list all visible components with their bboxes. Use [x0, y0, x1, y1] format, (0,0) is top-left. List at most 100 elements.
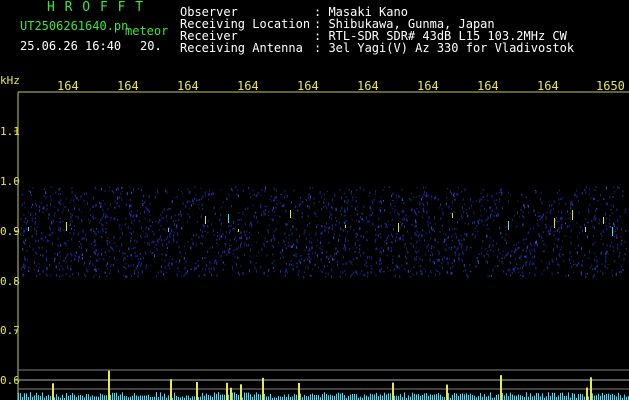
- noise-pixel: [491, 194, 493, 198]
- noise-pixel: [122, 251, 124, 255]
- noise-pixel: [138, 219, 140, 223]
- noise-pixel: [73, 231, 75, 235]
- noise-pixel: [501, 236, 503, 238]
- noise-pixel: [339, 275, 341, 278]
- noise-pixel: [531, 262, 533, 266]
- noise-pixel: [122, 190, 124, 192]
- noise-pixel: [535, 190, 537, 193]
- noise-pixel: [343, 247, 345, 250]
- noise-pixel: [26, 227, 28, 231]
- noise-pixel: [358, 220, 360, 223]
- noise-pixel: [180, 190, 182, 193]
- noise-pixel: [162, 211, 164, 214]
- noise-pixel: [57, 244, 59, 247]
- noise-pixel: [429, 230, 431, 234]
- noise-pixel: [622, 194, 624, 198]
- noise-pixel: [394, 274, 396, 278]
- noise-pixel: [95, 274, 97, 276]
- noise-pixel: [112, 247, 114, 250]
- noise-pixel: [356, 210, 358, 212]
- noise-pixel: [392, 255, 394, 257]
- power-bar: [88, 394, 89, 400]
- noise-pixel: [548, 233, 550, 236]
- noise-pixel: [273, 206, 275, 210]
- noise-pixel: [515, 258, 516, 260]
- noise-pixel: [131, 221, 133, 224]
- noise-pixel: [317, 224, 319, 227]
- noise-pixel: [38, 263, 40, 265]
- noise-pixel: [240, 246, 242, 248]
- noise-pixel: [566, 225, 568, 228]
- noise-pixel: [362, 218, 364, 221]
- noise-pixel: [593, 218, 595, 220]
- power-bar: [366, 395, 367, 400]
- noise-pixel: [59, 268, 60, 271]
- noise-pixel: [351, 263, 353, 266]
- meteor-echo-mark: [585, 227, 586, 232]
- noise-pixel: [455, 227, 457, 230]
- noise-pixel: [345, 220, 347, 222]
- noise-pixel: [39, 209, 40, 213]
- noise-pixel: [456, 235, 458, 239]
- noise-pixel: [379, 200, 381, 203]
- noise-pixel: [217, 235, 218, 237]
- noise-pixel: [479, 209, 481, 211]
- noise-pixel: [125, 257, 126, 260]
- noise-pixel: [558, 227, 560, 230]
- noise-pixel: [393, 268, 395, 271]
- power-bar: [536, 393, 537, 400]
- noise-pixel: [576, 222, 578, 224]
- noise-pixel: [307, 266, 309, 269]
- meteor-echo-mark: [228, 214, 229, 223]
- noise-pixel: [296, 241, 298, 244]
- noise-pixel: [524, 255, 526, 258]
- noise-pixel: [170, 207, 172, 210]
- noise-pixel: [614, 260, 616, 263]
- power-bar: [550, 395, 551, 400]
- power-bar: [566, 395, 567, 400]
- noise-pixel: [103, 212, 105, 215]
- noise-pixel: [241, 242, 242, 245]
- noise-pixel: [606, 186, 607, 190]
- noise-pixel: [566, 210, 568, 213]
- noise-pixel: [166, 243, 168, 246]
- noise-pixel: [132, 231, 134, 233]
- power-bar: [430, 394, 431, 400]
- noise-pixel: [421, 234, 423, 237]
- noise-pixel: [588, 211, 590, 214]
- noise-pixel: [480, 192, 482, 195]
- noise-pixel: [226, 231, 227, 233]
- noise-pixel: [402, 222, 404, 225]
- noise-pixel: [450, 249, 452, 251]
- noise-pixel: [131, 275, 133, 277]
- noise-pixel: [481, 219, 483, 222]
- noise-pixel: [258, 231, 259, 234]
- noise-pixel: [440, 262, 442, 265]
- noise-pixel: [35, 239, 37, 243]
- noise-pixel: [37, 239, 39, 243]
- noise-pixel: [126, 192, 128, 195]
- noise-pixel: [201, 242, 203, 246]
- noise-pixel: [79, 255, 80, 259]
- noise-pixel: [359, 248, 361, 250]
- noise-pixel: [372, 202, 373, 205]
- noise-pixel: [327, 265, 329, 267]
- noise-pixel: [614, 190, 616, 193]
- noise-pixel: [257, 191, 259, 195]
- noise-pixel: [605, 224, 607, 227]
- meteor-echo-mark: [554, 218, 555, 228]
- noise-pixel: [279, 215, 281, 218]
- noise-pixel: [81, 253, 83, 256]
- noise-pixel: [309, 195, 311, 199]
- noise-pixel: [606, 227, 608, 231]
- noise-pixel: [140, 234, 142, 237]
- noise-pixel: [380, 209, 382, 213]
- noise-pixel: [366, 231, 368, 232]
- power-bar: [598, 393, 599, 400]
- noise-pixel: [208, 193, 210, 196]
- noise-pixel: [169, 236, 171, 238]
- noise-pixel: [549, 226, 551, 228]
- noise-pixel: [351, 273, 353, 276]
- noise-pixel: [406, 230, 408, 233]
- noise-pixel: [486, 218, 488, 221]
